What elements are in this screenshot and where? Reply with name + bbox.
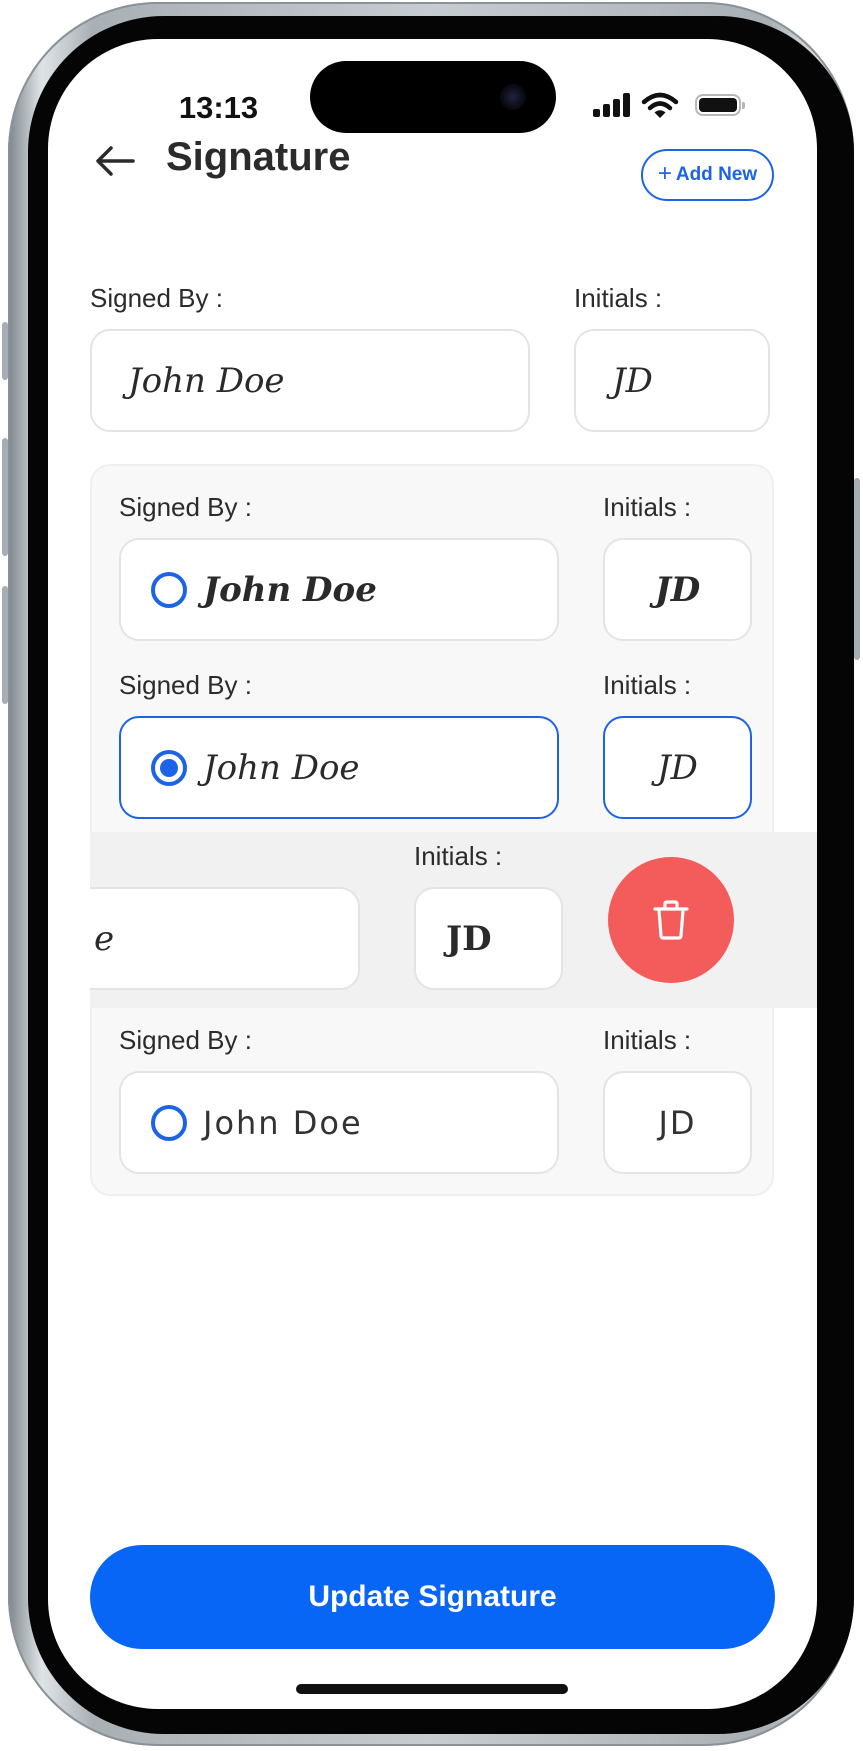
signature-option-2[interactable]: John Doe — [119, 716, 559, 819]
front-camera — [500, 84, 526, 110]
volume-down-button — [2, 586, 8, 704]
option-signature-value: John Doe — [203, 1103, 363, 1142]
page-title: Signature — [166, 135, 351, 179]
signature-value: John Doe — [128, 360, 285, 401]
action-button — [2, 322, 8, 380]
initials-option-2[interactable]: JD — [603, 716, 752, 819]
option-initials-label: Initials : — [603, 492, 692, 522]
signed-by-label: Signed By : — [90, 283, 223, 313]
option-initials-value: JD — [654, 569, 701, 610]
plus-icon: + — [657, 160, 672, 187]
initials-label: Initials : — [574, 283, 663, 313]
initials-field[interactable]: JD — [574, 329, 770, 432]
add-new-button[interactable]: + Add New — [641, 149, 774, 201]
add-new-label: Add New — [675, 164, 758, 185]
battery-icon — [695, 94, 745, 116]
initials-option-1[interactable]: JD — [603, 538, 752, 641]
status-icons — [593, 91, 753, 123]
option-initials-label: Initials : — [603, 1025, 692, 1055]
app-screen: 13:13 Signature + Add New Signed By : In… — [48, 39, 817, 1709]
volume-up-button — [2, 438, 8, 556]
power-button — [854, 478, 860, 660]
initials-value: JD — [612, 360, 653, 401]
option-signature-tail: e — [94, 918, 115, 959]
option-signed-by-label: Signed By : — [119, 1025, 252, 1055]
signed-by-field[interactable]: John Doe — [90, 329, 530, 432]
back-arrow-icon[interactable] — [93, 143, 137, 179]
update-signature-button[interactable]: Update Signature — [90, 1545, 775, 1649]
option-signature-value: John Doe — [203, 747, 360, 788]
status-time: 13:13 — [178, 90, 259, 125]
signature-option-3[interactable]: e — [90, 887, 360, 990]
signature-option-1[interactable]: John Doe — [119, 538, 559, 641]
delete-button[interactable] — [608, 857, 734, 983]
dynamic-island — [310, 61, 556, 133]
radio-option-4[interactable] — [151, 1104, 187, 1141]
option-signature-value: John Doe — [203, 569, 377, 610]
initials-option-3[interactable]: JD — [414, 887, 563, 990]
option-signed-by-label: Signed By : — [119, 492, 252, 522]
wifi-icon — [641, 92, 679, 118]
initials-option-4[interactable]: JD — [603, 1071, 752, 1174]
radio-option-1[interactable] — [151, 571, 187, 608]
option-initials-label: Initials : — [414, 841, 503, 871]
home-indicator — [296, 1684, 568, 1694]
option-signed-by-label: Signed By : — [119, 670, 252, 700]
option-initials-value: JD — [657, 747, 698, 788]
option-initials-label: Initials : — [603, 670, 692, 700]
trash-icon — [653, 900, 689, 940]
option-initials-value: JD — [446, 918, 492, 959]
option-initials-value: JD — [658, 1103, 697, 1142]
signature-option-4[interactable]: John Doe — [119, 1071, 559, 1174]
radio-option-2[interactable] — [151, 749, 187, 786]
